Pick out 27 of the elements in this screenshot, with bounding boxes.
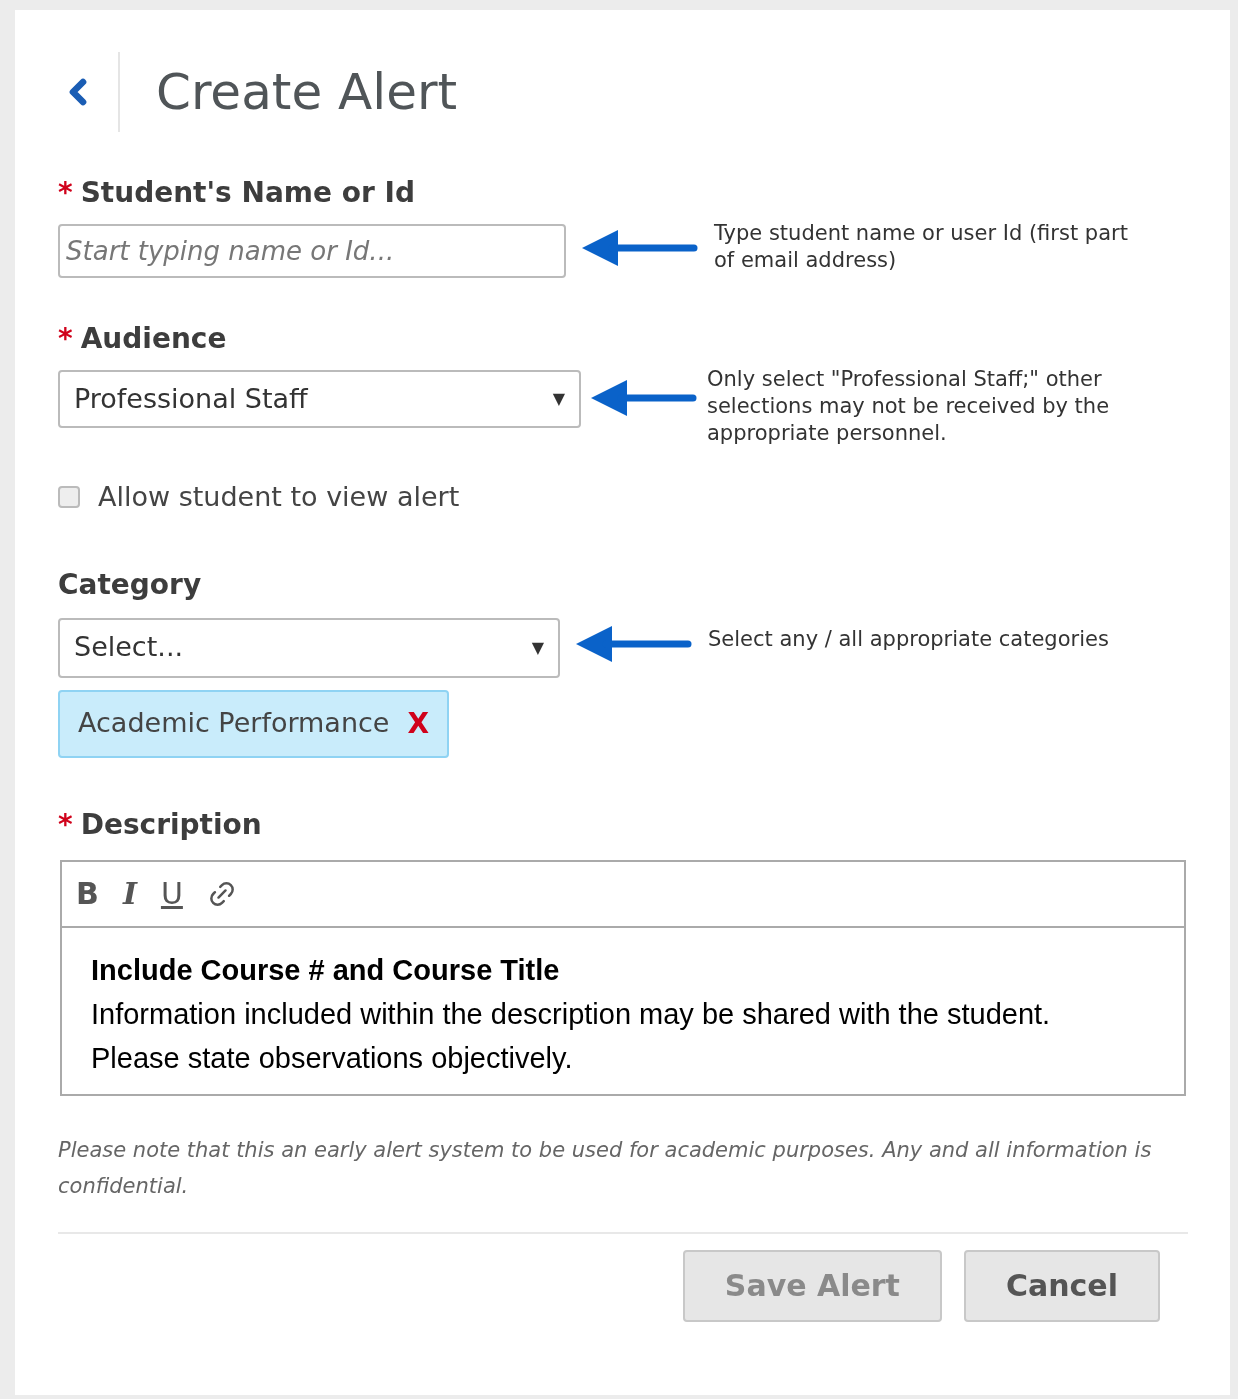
hint-note: Only select "Professional Staff;" other selections may not be received by the appropriate personnel. xyxy=(707,366,1111,447)
allow-view-checkbox[interactable] xyxy=(58,486,80,509)
italic-button[interactable]: I xyxy=(122,871,137,916)
hint-note: Select any / all appropriate categories xyxy=(708,625,1110,653)
hint-note: Type student name or user Id (first part of email address) xyxy=(714,220,1129,274)
field-label: Description xyxy=(80,806,262,843)
description-line: Information included within the description may be shared with the student. xyxy=(91,996,1052,1032)
required-mark: * xyxy=(58,806,73,843)
tag-label: Academic Performance xyxy=(78,706,390,741)
field-label: Category xyxy=(58,566,202,603)
student-search-field[interactable]: Start typing name or Id... xyxy=(58,224,566,278)
category-select[interactable]: Select... ▼ xyxy=(58,617,560,678)
field-label: Audience xyxy=(80,321,227,357)
required-mark: * xyxy=(58,175,73,211)
remove-tag-button[interactable]: X xyxy=(407,702,430,745)
description-editor[interactable]: B I U Include Course # and Course Title Information included within the description may be shared with the student. Please state observations objectively. xyxy=(60,859,1186,1096)
bold-button[interactable]: B xyxy=(76,871,99,916)
page-title: Create Alert xyxy=(156,61,458,123)
required-mark: * xyxy=(58,321,73,357)
underline-button[interactable]: U xyxy=(160,871,183,916)
description-line: Please state observations objectively. xyxy=(91,1040,574,1076)
checkbox-label: Allow student to view alert xyxy=(98,480,460,514)
description-heading: Include Course # and Course Title xyxy=(91,952,561,988)
form-button[interactable]: Cancel xyxy=(963,1249,1160,1322)
field-label: Student's Name or Id xyxy=(80,175,415,211)
audience-select[interactable]: Professional Staff ▼ xyxy=(58,370,581,428)
disclaimer-text: Please note that this an early alert system to be used for academic purposes. Any and all information is confidential. xyxy=(58,1136,1153,1200)
